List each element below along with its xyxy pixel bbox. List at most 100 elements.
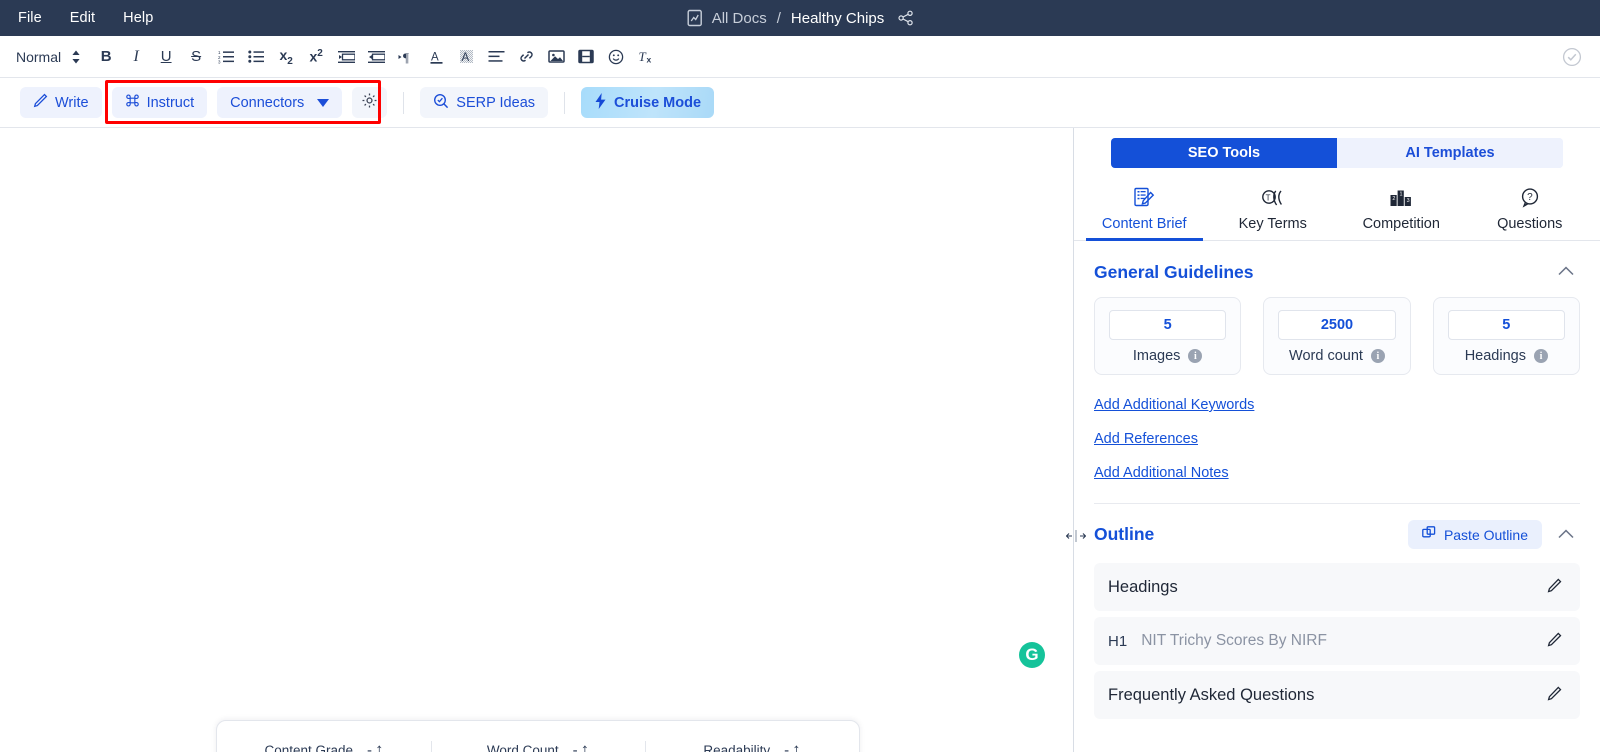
cruise-mode-button[interactable]: Cruise Mode — [581, 87, 715, 118]
tab-label: Content Brief — [1101, 216, 1187, 232]
info-icon[interactable]: i — [1370, 349, 1385, 363]
body-split: G Content Grade - ↑ Word Count - ↑ Reada… — [0, 128, 1600, 752]
panel-tabs: Content Brief T Key Terms 213 Competitio… — [1074, 182, 1600, 241]
images-label-group: Images i — [1133, 348, 1203, 364]
text-direction-button[interactable]: ¶ — [391, 42, 421, 72]
chevron-up-icon[interactable] — [1552, 522, 1580, 548]
panel-resize-handle[interactable] — [1065, 530, 1087, 545]
serp-ideas-button[interactable]: SERP Ideas — [420, 87, 549, 118]
info-icon[interactable]: i — [1533, 349, 1548, 363]
tab-competition[interactable]: 213 Competition — [1337, 182, 1466, 240]
bold-button[interactable]: B — [91, 42, 121, 72]
svg-text:T: T — [1265, 194, 1270, 203]
headings-input[interactable]: 5 — [1447, 310, 1565, 340]
add-additional-notes-link[interactable]: Add Additional Notes — [1094, 465, 1229, 481]
add-additional-keywords-link[interactable]: Add Additional Keywords — [1094, 397, 1254, 413]
serp-ideas-label: SERP Ideas — [456, 94, 536, 111]
svg-text:x: x — [646, 54, 651, 64]
segment-seo-tools[interactable]: SEO Tools — [1111, 138, 1337, 168]
align-button[interactable] — [481, 42, 511, 72]
tab-content-brief[interactable]: Content Brief — [1080, 182, 1209, 241]
pencil-icon[interactable] — [1543, 682, 1566, 709]
guideline-cards: 5 Images i 2500 Word count i 5 Headings … — [1094, 297, 1580, 375]
link-button[interactable] — [511, 42, 541, 72]
main-menu: File Edit Help — [0, 10, 153, 26]
additional-links: Add Additional Keywords Add References A… — [1094, 397, 1580, 481]
emoji-button[interactable] — [601, 42, 631, 72]
stat-label: Word Count — [486, 742, 559, 752]
settings-button[interactable] — [352, 87, 388, 118]
stat-word-count: Word Count - ↑ — [431, 741, 645, 752]
superscript-button[interactable]: x2 — [301, 42, 331, 72]
word-count-input[interactable]: 2500 — [1278, 310, 1396, 340]
general-guidelines-header: General Guidelines — [1094, 259, 1580, 285]
svg-text:T: T — [638, 49, 646, 64]
stat-content-grade: Content Grade - ↑ — [217, 741, 431, 752]
menu-edit[interactable]: Edit — [70, 10, 95, 26]
grammarly-glyph: G — [1025, 645, 1039, 664]
paste-outline-button[interactable]: Paste Outline — [1407, 520, 1542, 549]
write-button[interactable]: Write — [20, 87, 102, 118]
outline-title: Outline — [1094, 524, 1155, 544]
breadcrumb-all-docs[interactable]: All Docs — [712, 10, 767, 27]
share-icon[interactable] — [897, 10, 913, 26]
outline-row-h1[interactable]: H1 NIT Trichy Scores By NIRF — [1094, 617, 1580, 665]
indent-button[interactable] — [361, 42, 391, 72]
outline-row-faq[interactable]: Frequently Asked Questions — [1094, 671, 1580, 719]
pen-icon — [33, 93, 48, 112]
guideline-card-images: 5 Images i — [1094, 297, 1242, 375]
instruct-label: Instruct — [146, 94, 195, 111]
outline-row-headings[interactable]: Headings — [1094, 563, 1580, 611]
info-icon[interactable]: i — [1188, 349, 1203, 363]
document-editor[interactable]: G Content Grade - ↑ Word Count - ↑ Reada… — [0, 128, 1074, 752]
image-button[interactable] — [541, 42, 571, 72]
font-color-button[interactable]: A — [421, 42, 451, 72]
tab-key-terms[interactable]: T Key Terms — [1209, 182, 1338, 240]
video-button[interactable] — [571, 42, 601, 72]
menu-help[interactable]: Help — [123, 10, 153, 26]
pencil-icon[interactable] — [1543, 574, 1566, 601]
chevron-up-icon[interactable] — [1552, 259, 1580, 285]
underline-button[interactable]: U — [151, 42, 181, 72]
italic-button[interactable]: I — [121, 42, 151, 72]
question-bubble-icon: ? — [1518, 186, 1542, 210]
highlight-color-button[interactable]: A — [451, 42, 481, 72]
chevron-down-icon — [317, 98, 330, 107]
svg-text:¶: ¶ — [403, 50, 409, 64]
pencil-icon[interactable] — [1543, 628, 1566, 655]
svg-text:3: 3 — [218, 60, 221, 65]
command-icon — [125, 93, 140, 112]
breadcrumb-current-doc[interactable]: Healthy Chips — [791, 10, 884, 27]
svg-text:3: 3 — [1407, 198, 1410, 204]
bullet-list-button[interactable] — [241, 42, 271, 72]
clear-format-button[interactable]: Tx — [631, 42, 661, 72]
outdent-button[interactable] — [331, 42, 361, 72]
images-input[interactable]: 5 — [1109, 310, 1227, 340]
stat-label: Content Grade — [264, 742, 354, 752]
paragraph-style-dropdown[interactable]: Normal — [16, 49, 81, 65]
segment-ai-templates[interactable]: AI Templates — [1337, 138, 1563, 168]
tab-questions[interactable]: ? Questions — [1466, 182, 1595, 240]
svg-text:A: A — [461, 52, 469, 64]
menu-file[interactable]: File — [18, 10, 42, 26]
outline-header-actions: Paste Outline — [1407, 520, 1580, 549]
document-icon — [687, 9, 703, 27]
svg-text:2: 2 — [1393, 196, 1396, 202]
subscript-button[interactable]: x2 — [271, 42, 301, 72]
strikethrough-button[interactable]: S — [181, 42, 211, 72]
instruct-button[interactable]: Instruct — [111, 87, 208, 118]
grammarly-icon[interactable]: G — [1019, 642, 1045, 668]
stat-label: Readability — [703, 742, 771, 752]
connectors-dropdown[interactable]: Connectors — [217, 87, 343, 118]
toolbar-divider — [403, 91, 405, 114]
guideline-card-word-count: 2500 Word count i — [1263, 297, 1411, 375]
stat-value-group: - ↑ — [784, 741, 801, 752]
format-icon-group: B I U S 123 x2 x2 ¶ A A T x — [91, 42, 661, 72]
svg-text:A: A — [431, 51, 439, 63]
row-title: NIT Trichy Scores By NIRF — [1141, 632, 1327, 649]
content-brief-icon — [1132, 186, 1156, 210]
ordered-list-button[interactable]: 123 — [211, 42, 241, 72]
section-divider — [1094, 503, 1580, 504]
bolt-icon — [594, 92, 607, 113]
add-references-link[interactable]: Add References — [1094, 431, 1198, 447]
